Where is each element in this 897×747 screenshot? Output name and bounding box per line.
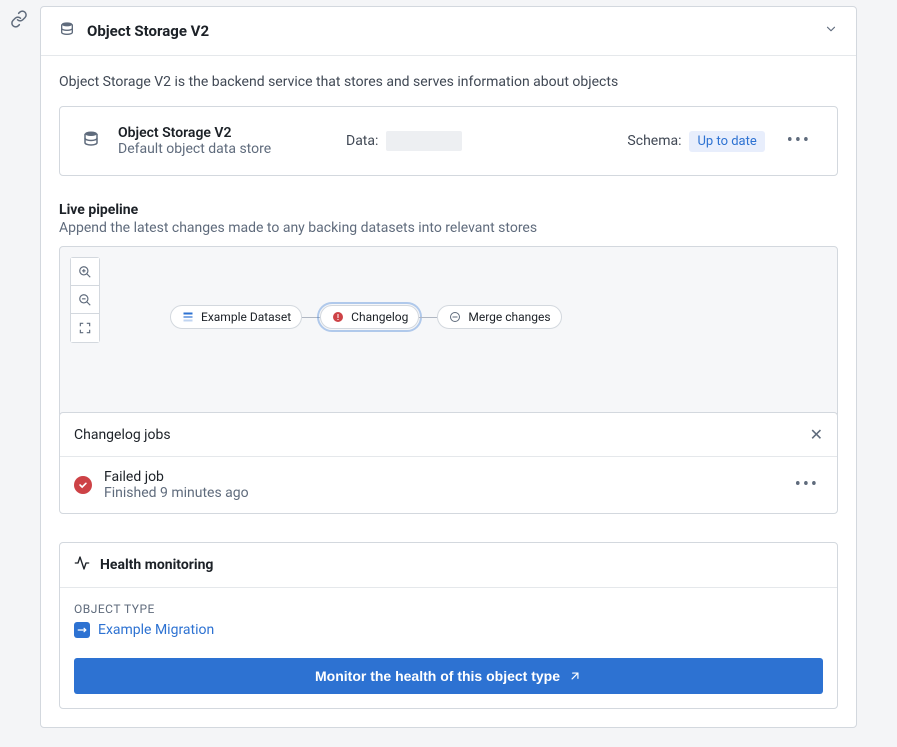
health-card: Health monitoring OBJECT TYPE Example Mi… — [59, 542, 838, 709]
object-type-name: Example Migration — [98, 622, 214, 638]
data-value-placeholder — [386, 131, 462, 151]
pipeline-node-changelog[interactable]: Changelog — [320, 305, 419, 329]
schema-status-badge: Up to date — [689, 131, 764, 152]
changelog-title: Changelog jobs — [74, 427, 171, 443]
zoom-fit-button[interactable] — [71, 314, 99, 342]
job-more-button[interactable]: ••• — [791, 472, 823, 498]
merge-icon — [448, 310, 462, 324]
object-type-label: OBJECT TYPE — [74, 602, 823, 616]
node-label: Merge changes — [468, 310, 550, 324]
pipeline-edge — [419, 317, 437, 318]
error-icon — [331, 310, 345, 324]
dataset-icon — [181, 310, 195, 324]
job-row[interactable]: Failed job Finished 9 minutes ago ••• — [60, 457, 837, 513]
card-title: Object Storage V2 — [87, 22, 812, 40]
object-storage-card: Object Storage V2 Object Storage V2 is t… — [40, 6, 857, 728]
store-card: Object Storage V2 Default object data st… — [59, 106, 838, 176]
card-header[interactable]: Object Storage V2 — [41, 7, 856, 56]
pipeline-nodes: Example Dataset Changelog Me — [170, 305, 562, 329]
pipeline-edge — [302, 317, 320, 318]
schema-label: Schema: — [627, 133, 681, 149]
migration-icon — [74, 622, 90, 638]
pipeline-node-dataset[interactable]: Example Dataset — [170, 305, 302, 329]
pipeline-subtitle: Append the latest changes made to any ba… — [59, 220, 838, 236]
pulse-icon — [74, 555, 90, 575]
job-subtitle: Finished 9 minutes ago — [104, 485, 779, 501]
permalink-icon[interactable] — [10, 10, 28, 32]
node-label: Example Dataset — [201, 310, 291, 324]
object-type-link[interactable]: Example Migration — [74, 622, 823, 638]
close-icon[interactable]: ✕ — [810, 425, 823, 444]
pipeline-title: Live pipeline — [59, 202, 838, 218]
store-subtitle: Default object data store — [118, 141, 328, 157]
database-icon — [82, 130, 100, 152]
monitor-health-button[interactable]: Monitor the health of this object type — [74, 658, 823, 694]
card-description: Object Storage V2 is the backend service… — [59, 74, 838, 90]
data-label: Data: — [346, 133, 378, 149]
node-label: Changelog — [351, 310, 408, 324]
store-name: Object Storage V2 — [118, 125, 328, 141]
pipeline-canvas[interactable]: Example Dataset Changelog Me — [59, 246, 838, 418]
chevron-down-icon[interactable] — [824, 22, 838, 40]
store-more-button[interactable]: ••• — [783, 128, 815, 154]
pipeline-node-merge[interactable]: Merge changes — [437, 305, 561, 329]
external-link-icon — [568, 669, 582, 683]
zoom-controls — [70, 257, 100, 343]
zoom-in-button[interactable] — [71, 258, 99, 286]
health-title: Health monitoring — [100, 557, 213, 573]
status-failed-icon — [74, 476, 92, 494]
database-icon — [59, 21, 75, 41]
zoom-out-button[interactable] — [71, 286, 99, 314]
monitor-button-label: Monitor the health of this object type — [315, 668, 560, 684]
changelog-panel: Changelog jobs ✕ Failed job Finished 9 m… — [59, 412, 838, 514]
job-title: Failed job — [104, 469, 779, 485]
